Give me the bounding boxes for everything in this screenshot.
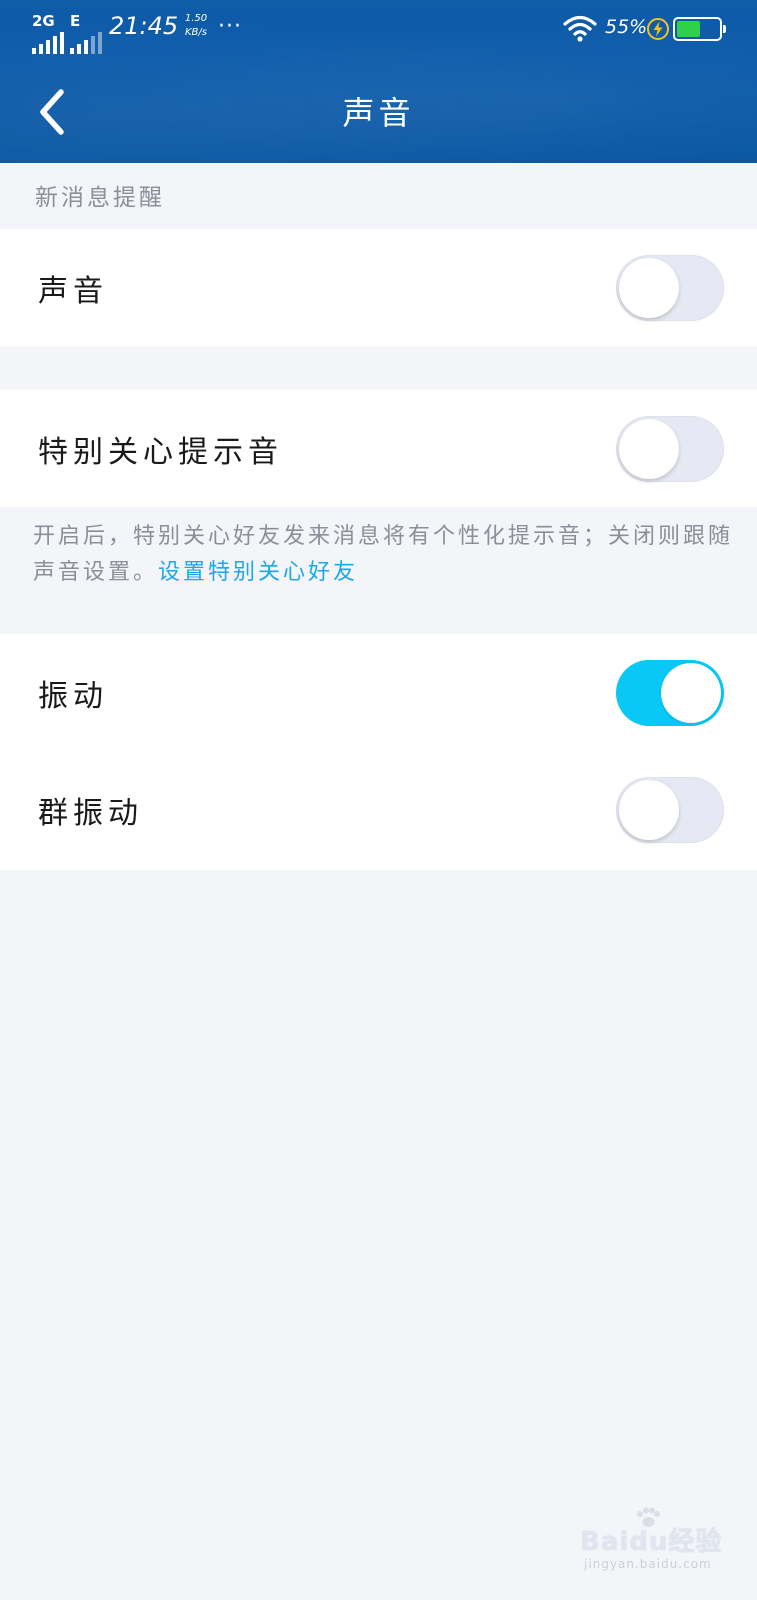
group-vibrate-toggle[interactable] bbox=[616, 776, 724, 843]
charging-icon bbox=[647, 18, 669, 40]
special-care-tone-toggle[interactable] bbox=[616, 415, 724, 482]
network-speed: 1.50 KB/s bbox=[176, 12, 216, 40]
battery-icon bbox=[673, 17, 726, 41]
setting-label: 振动 bbox=[38, 678, 108, 714]
wifi-icon bbox=[563, 15, 597, 42]
nav-header: 声音 bbox=[0, 58, 757, 163]
page-title: 声音 bbox=[342, 94, 415, 132]
status-bar: 2G E 21:45 1.50 KB/s ··· 55% bbox=[0, 0, 757, 58]
watermark: Baidu经验 jingyan.baidu.com bbox=[580, 1507, 730, 1580]
toggle-knob bbox=[619, 779, 679, 840]
setting-label: 特别关心提示音 bbox=[38, 434, 283, 470]
sound-card: 声音 bbox=[0, 229, 757, 346]
setting-label: 群振动 bbox=[38, 795, 143, 831]
special-care-card: 特别关心提示音 bbox=[0, 390, 757, 507]
signal-bars-icon bbox=[70, 30, 102, 54]
toggle-knob bbox=[619, 418, 679, 479]
setting-row-sound[interactable]: 声音 bbox=[0, 229, 757, 346]
section-header: 新消息提醒 bbox=[35, 185, 165, 211]
battery-fill bbox=[677, 21, 700, 37]
note-text: 开启后，特别关心好友发来消息将有个性化提示音；关闭则跟随声音设置。 bbox=[33, 524, 734, 585]
status-time: 21:45 bbox=[109, 12, 179, 40]
watermark-sub: jingyan.baidu.com bbox=[584, 1557, 712, 1571]
setting-row-group-vibrate[interactable]: 群振动 bbox=[0, 751, 757, 868]
toggle-knob bbox=[619, 257, 679, 318]
network-label-2: E bbox=[70, 12, 81, 30]
setting-label: 声音 bbox=[38, 273, 108, 309]
signal-bars-icon bbox=[32, 30, 64, 54]
battery-percent: 55% bbox=[605, 16, 648, 38]
vibrate-toggle[interactable] bbox=[616, 659, 724, 726]
sound-toggle[interactable] bbox=[616, 254, 724, 321]
setting-row-vibrate[interactable]: 振动 bbox=[0, 634, 757, 751]
speed-unit: KB/s bbox=[185, 27, 207, 38]
setting-row-special-care-tone[interactable]: 特别关心提示音 bbox=[0, 390, 757, 507]
toggle-knob bbox=[661, 662, 721, 723]
vibrate-card: 振动 群振动 bbox=[0, 634, 757, 870]
speed-value: 1.50 bbox=[184, 13, 208, 24]
set-special-care-friends-link[interactable]: 设置特别关心好友 bbox=[158, 560, 358, 585]
more-notifications-icon: ··· bbox=[218, 14, 242, 39]
network-label-1: 2G bbox=[32, 12, 55, 30]
watermark-main: Baidu经验 bbox=[580, 1527, 723, 1557]
sound-settings-screen: 2G E 21:45 1.50 KB/s ··· 55% 声音 新消息提醒 声音… bbox=[0, 0, 757, 1600]
special-care-note: 开启后，特别关心好友发来消息将有个性化提示音；关闭则跟随声音设置。设置特别关心好… bbox=[33, 519, 733, 591]
top-bar-background: 2G E 21:45 1.50 KB/s ··· 55% 声音 bbox=[0, 0, 757, 163]
